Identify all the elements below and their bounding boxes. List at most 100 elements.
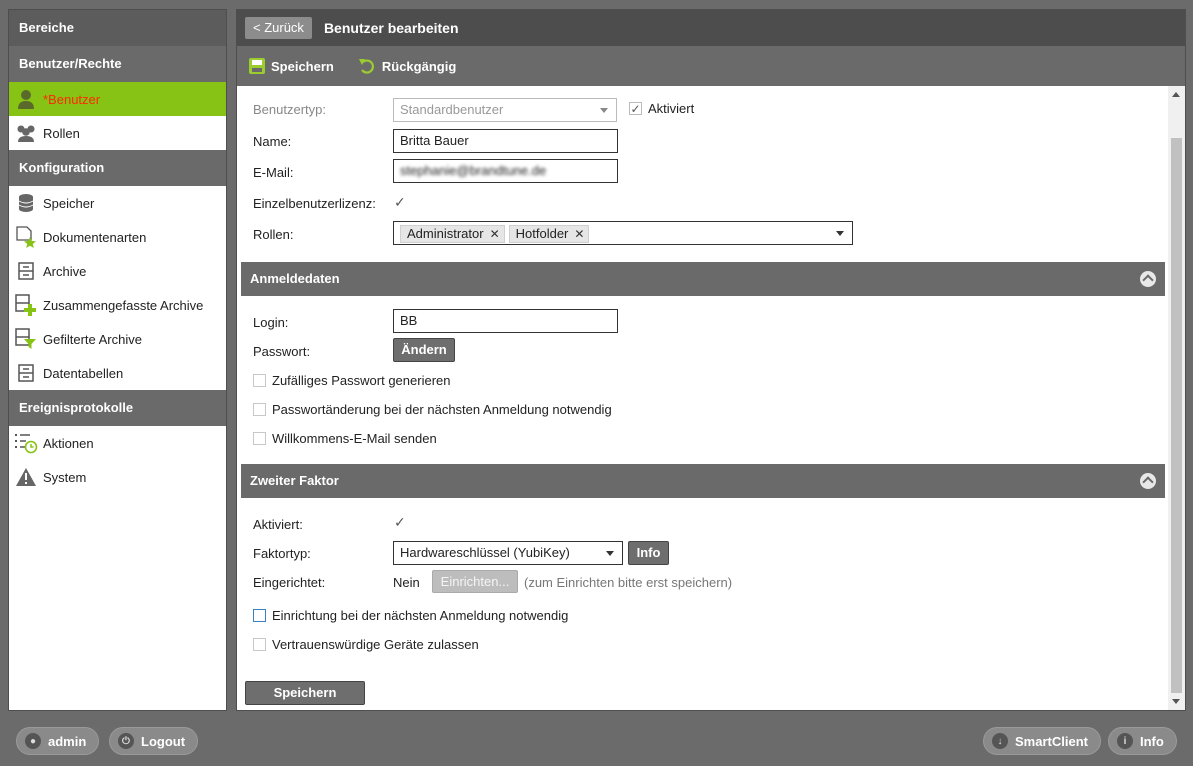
sidebar-item-combined-archives[interactable]: Zusammengefasste Archive: [9, 288, 226, 322]
force-password-change-checkbox[interactable]: [253, 403, 266, 416]
save-icon: [249, 58, 265, 74]
sidebar-item-label: *Benutzer: [43, 91, 101, 107]
save-button[interactable]: Speichern: [245, 681, 365, 705]
sidebar-item-filtered-archives[interactable]: Gefilterte Archive: [9, 322, 226, 356]
toolbar: Speichern Rückgängig: [237, 46, 1185, 86]
main-panel: < Zurück Benutzer bearbeiten Speichern R…: [236, 9, 1186, 711]
form-content: Benutzertyp: Standardbenutzer ✓ Aktivier…: [237, 86, 1169, 710]
roles-label: Rollen:: [253, 227, 294, 242]
setup-label: Eingerichtet:: [253, 575, 326, 590]
force-password-change-label: Passwortänderung bei der nächsten Anmeld…: [272, 402, 612, 417]
group-icon: [13, 121, 39, 145]
role-chip-label: Administrator: [407, 226, 484, 241]
sidebar-item-label: Datentabellen: [43, 365, 124, 381]
trusted-devices-checkbox[interactable]: [253, 638, 266, 651]
random-password-checkbox[interactable]: [253, 374, 266, 387]
name-label: Name:: [253, 134, 292, 149]
activated-checkbox[interactable]: ✓: [629, 102, 642, 116]
list-clock-icon: [13, 431, 39, 455]
sidebar-item-label: Aktionen: [43, 435, 94, 451]
info-label: Info: [1140, 733, 1164, 749]
sidebar-item-document-types[interactable]: Dokumentenarten: [9, 220, 226, 254]
setup-button[interactable]: Einrichten...: [432, 570, 518, 593]
archive-plus-icon: [13, 293, 39, 317]
database-icon: [13, 191, 39, 215]
factor-type-select[interactable]: Hardwareschlüssel (YubiKey): [393, 541, 623, 565]
smartclient-button[interactable]: ↓ SmartClient: [983, 727, 1101, 755]
sidebar-item-actions[interactable]: Aktionen: [9, 426, 226, 460]
single-license-label: Einzelbenutzerlizenz:: [253, 196, 376, 211]
user-icon: [13, 87, 39, 111]
scroll-down-icon[interactable]: [1172, 699, 1180, 704]
table-icon: [13, 361, 39, 385]
user-type-select[interactable]: Standardbenutzer: [393, 98, 617, 122]
remove-icon[interactable]: ✕: [490, 223, 500, 245]
topbar: < Zurück Benutzer bearbeiten: [237, 10, 1185, 46]
role-chip: Hotfolder ✕: [508, 223, 590, 245]
setup-hint: (zum Einrichten bitte erst speichern): [524, 575, 733, 590]
sidebar: Bereiche Benutzer/Rechte *Benutzer Rolle…: [8, 9, 227, 711]
email-value: stephanie@brandtune.de: [400, 163, 547, 178]
chevron-down-icon: [600, 108, 608, 113]
scrollbar-thumb[interactable]: [1171, 138, 1182, 693]
chevron-down-icon: [836, 231, 844, 236]
sidebar-item-archive[interactable]: Archive: [9, 254, 226, 288]
factor-type-value: Hardwareschlüssel (YubiKey): [400, 545, 570, 560]
scroll-up-icon[interactable]: [1172, 92, 1180, 97]
sidebar-item-label: Rollen: [43, 125, 80, 141]
password-label: Passwort:: [253, 344, 311, 359]
second-factor-activated-checkbox[interactable]: ✓: [394, 515, 406, 529]
trusted-devices-label: Vertrauenswürdige Geräte zulassen: [272, 637, 479, 652]
activated-label: Aktiviert: [648, 101, 695, 116]
sidebar-item-system[interactable]: System: [9, 460, 226, 494]
toolbar-undo-button[interactable]: Rückgängig: [358, 58, 456, 74]
sidebar-item-label: Archive: [43, 263, 87, 279]
download-icon: ↓: [992, 733, 1008, 749]
welcome-mail-checkbox[interactable]: [253, 432, 266, 445]
change-password-button[interactable]: Ändern: [393, 338, 455, 362]
info-button[interactable]: i Info: [1108, 727, 1177, 755]
section-title-users-rights: Benutzer/Rechte: [9, 46, 226, 82]
role-chip-label: Hotfolder: [515, 226, 569, 241]
login-input[interactable]: BB: [393, 309, 618, 333]
name-input[interactable]: Britta Bauer: [393, 129, 618, 153]
logout-button[interactable]: ⏻ Logout: [109, 727, 199, 755]
second-factor-title: Zweiter Faktor: [250, 473, 339, 488]
vertical-scrollbar[interactable]: [1168, 86, 1185, 710]
collapse-icon[interactable]: [1140, 473, 1156, 489]
warning-icon: [13, 465, 39, 489]
factor-info-button[interactable]: Info: [628, 541, 669, 565]
sidebar-item-storage[interactable]: Speicher: [9, 186, 226, 220]
power-icon: ⏻: [118, 733, 134, 749]
section-title-configuration: Konfiguration: [9, 150, 226, 186]
email-label: E-Mail:: [253, 165, 294, 180]
user-icon: ●: [25, 733, 41, 749]
email-input[interactable]: stephanie@brandtune.de: [393, 159, 618, 183]
sidebar-item-label: System: [43, 469, 87, 485]
second-factor-activated-label: Aktiviert:: [253, 517, 303, 532]
single-license-checkbox[interactable]: ✓: [394, 195, 406, 209]
user-button[interactable]: ● admin: [16, 727, 100, 755]
welcome-mail-label: Willkommens-E-Mail senden: [272, 431, 437, 446]
sidebar-item-users[interactable]: *Benutzer: [9, 82, 226, 116]
login-section-title: Anmeldedaten: [250, 271, 340, 286]
role-chip: Administrator ✕: [400, 225, 505, 243]
sidebar-item-label: Dokumentenarten: [43, 229, 147, 245]
toolbar-save-button[interactable]: Speichern: [249, 58, 334, 74]
sidebar-item-label: Gefilterte Archive: [43, 331, 142, 347]
remove-icon[interactable]: ✕: [574, 223, 584, 245]
chevron-down-icon: [606, 551, 614, 556]
user-type-value: Standardbenutzer: [400, 102, 504, 117]
collapse-icon[interactable]: [1140, 271, 1156, 287]
back-button[interactable]: < Zurück: [245, 17, 312, 39]
section-title-event-logs: Ereignisprotokolle: [9, 390, 226, 426]
login-label: Login:: [253, 315, 289, 330]
sidebar-item-roles[interactable]: Rollen: [9, 116, 226, 150]
info-icon: i: [1117, 733, 1133, 749]
toolbar-save-label: Speichern: [271, 58, 334, 74]
user-name: admin: [48, 733, 87, 749]
roles-multiselect[interactable]: Administrator ✕ Hotfolder ✕: [393, 221, 853, 245]
sidebar-header: Bereiche: [9, 10, 226, 46]
sidebar-item-data-tables[interactable]: Datentabellen: [9, 356, 226, 390]
setup-next-login-checkbox[interactable]: [253, 609, 266, 622]
